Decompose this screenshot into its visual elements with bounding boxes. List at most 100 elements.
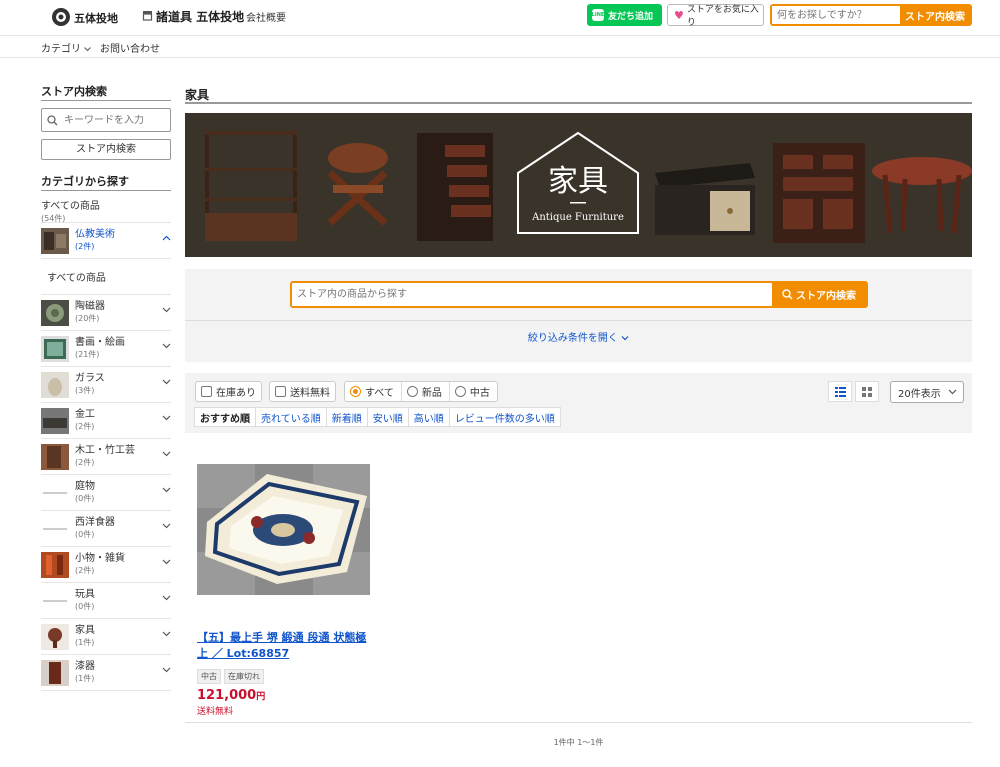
list-view-button[interactable] (828, 381, 852, 402)
keyword-search-box (41, 108, 171, 132)
chevron-down-icon[interactable] (162, 451, 171, 457)
chevron-down-icon[interactable] (162, 631, 171, 637)
category-item-ceramics[interactable]: 陶磁器 (20件) (41, 295, 171, 331)
favorite-button-label: ストアをお気に入り (686, 5, 759, 28)
category-item-furniture[interactable]: 家具 (1件) (41, 619, 171, 655)
category-count: (2件) (75, 457, 95, 467)
condition-all-radio[interactable]: すべて (345, 382, 402, 401)
chevron-down-icon[interactable] (162, 379, 171, 385)
site-header: 五体投地 諸道具 五体投地 会社概要 LINE 友だち追加 ♥ ストアをお気に入… (0, 0, 1000, 36)
chevron-down-icon[interactable] (162, 523, 171, 529)
chevron-down-icon[interactable] (162, 307, 171, 313)
chevron-down-icon[interactable] (162, 667, 171, 673)
sort-price-low[interactable]: 安い順 (368, 408, 409, 426)
category-label: 仏教美術 (75, 228, 115, 240)
shipping-label: 送料無料 (197, 707, 234, 717)
sidebar: ストア内検索 ストア内検索 カテゴリから探す すべての商品 (54件) 仏教美術… (41, 83, 171, 691)
chevron-down-icon[interactable] (162, 595, 171, 601)
condition-used-radio[interactable]: 中古 (450, 382, 497, 401)
product-search-button[interactable]: ストア内検索 (772, 283, 866, 306)
category-item-accessories[interactable]: 小物・雑貨 (2件) (41, 547, 171, 583)
store-name[interactable]: 諸道具 五体投地 (156, 8, 244, 25)
header-search-button[interactable]: ストア内検索 (900, 6, 970, 24)
condition-radio-group: すべて 新品 中古 (344, 381, 498, 402)
chevron-down-icon[interactable] (162, 559, 171, 565)
chevron-down-icon[interactable] (162, 415, 171, 421)
favorite-store-button[interactable]: ♥ ストアをお気に入り (667, 4, 764, 28)
category-label: 家具 (75, 624, 95, 636)
stock-tag: 在庫切れ (224, 669, 264, 684)
sort-most-reviews[interactable]: レビュー件数の多い順 (450, 408, 560, 426)
product-search-bar: ストア内検索 (290, 281, 868, 308)
per-page-select[interactable]: 20件表示 (890, 381, 964, 403)
category-thumbnail (41, 551, 69, 578)
all-items-label: すべての商品 (41, 201, 100, 212)
category-heading: カテゴリから探す (41, 173, 171, 191)
free-shipping-checkbox[interactable]: 送料無料 (269, 381, 336, 402)
category-count: (0件) (75, 493, 95, 503)
product-title-link[interactable]: 【五】最上手 堺 緞通 段通 状態極上 ／ Lot:68857 (197, 630, 370, 662)
category-thumbnail (41, 479, 69, 506)
category-label: 金工 (75, 408, 95, 420)
store-search-heading: ストア内検索 (41, 83, 171, 101)
chevron-up-icon[interactable] (162, 235, 171, 241)
chevron-down-icon (621, 336, 629, 341)
line-add-friend-button[interactable]: LINE 友だち追加 (587, 4, 662, 26)
category-label: 庭物 (75, 480, 95, 492)
product-search-input[interactable] (292, 283, 772, 306)
category-label: 小物・雑貨 (75, 552, 125, 564)
category-thumbnail (41, 407, 69, 434)
category-count: (0件) (75, 529, 95, 539)
result-count: 1件中 1〜1件 (553, 738, 604, 747)
condition-new-radio[interactable]: 新品 (402, 382, 450, 401)
store-search-button[interactable]: ストア内検索 (41, 139, 171, 160)
chevron-down-icon[interactable] (162, 487, 171, 493)
category-label: 西洋食器 (75, 516, 115, 528)
category-item-calligraphy[interactable]: 書画・絵画 (21件) (41, 331, 171, 367)
sort-options: おすすめ順 売れている順 新着順 安い順 高い順 レビュー件数の多い順 (194, 407, 561, 427)
grid-view-button[interactable] (855, 381, 879, 402)
page-title: 家具 (185, 83, 972, 104)
heart-icon: ♥ (674, 8, 684, 22)
radio-icon (406, 386, 418, 397)
sub-navigation: カテゴリ お問い合わせ (0, 36, 1000, 58)
all-items-link[interactable]: すべての商品 (54件) (41, 191, 171, 223)
desk-illustration (655, 163, 755, 235)
company-info-link[interactable]: 会社概要 (246, 9, 286, 24)
in-stock-checkbox[interactable]: 在庫あり (195, 381, 262, 402)
sort-recommended[interactable]: おすすめ順 (195, 408, 256, 426)
category-item-buddhist-art[interactable]: 仏教美術 (2件) (41, 223, 171, 259)
sort-best-selling[interactable]: 売れている順 (256, 408, 327, 426)
open-filters-link[interactable]: 絞り込み条件を開く (185, 320, 972, 344)
chevron-down-icon[interactable] (162, 343, 171, 349)
results-divider (185, 722, 972, 723)
category-item-toys[interactable]: 玩具 (0件) (41, 583, 171, 619)
line-icon: LINE (592, 9, 604, 21)
product-image[interactable] (197, 464, 370, 595)
category-count: (3件) (75, 385, 95, 395)
list-view-icon (834, 386, 846, 397)
category-thumbnail (41, 623, 69, 650)
sort-newest[interactable]: 新着順 (327, 408, 368, 426)
category-item-glass[interactable]: ガラス (3件) (41, 367, 171, 403)
category-item-woodcraft[interactable]: 木工・竹工芸 (2件) (41, 439, 171, 475)
header-search-input[interactable] (772, 6, 900, 24)
store-logo[interactable]: 五体投地 (50, 5, 122, 29)
keyword-input[interactable] (64, 114, 164, 126)
sub-all-items-link[interactable]: すべての商品 (41, 259, 171, 295)
category-item-western-tableware[interactable]: 西洋食器 (0件) (41, 511, 171, 547)
category-thumbnail (41, 227, 69, 254)
category-item-lacquerware[interactable]: 漆器 (1件) (41, 655, 171, 691)
header-search: ストア内検索 (770, 4, 972, 26)
svg-text:家具: 家具 (548, 164, 608, 199)
category-item-garden[interactable]: 庭物 (0件) (41, 475, 171, 511)
category-thumbnail (41, 443, 69, 470)
category-item-metalwork[interactable]: 金工 (2件) (41, 403, 171, 439)
category-menu[interactable]: カテゴリ (41, 40, 92, 55)
category-count: (1件) (75, 673, 95, 683)
category-label: ガラス (75, 372, 105, 384)
category-banner: 家具 Antique Furniture (185, 113, 972, 257)
inquiry-link[interactable]: お問い合わせ (100, 40, 160, 55)
filter-sort-panel: 在庫あり 送料無料 すべて 新品 中古 20件表示 おすすめ順 売れている順 新… (185, 373, 972, 433)
sort-price-high[interactable]: 高い順 (409, 408, 450, 426)
